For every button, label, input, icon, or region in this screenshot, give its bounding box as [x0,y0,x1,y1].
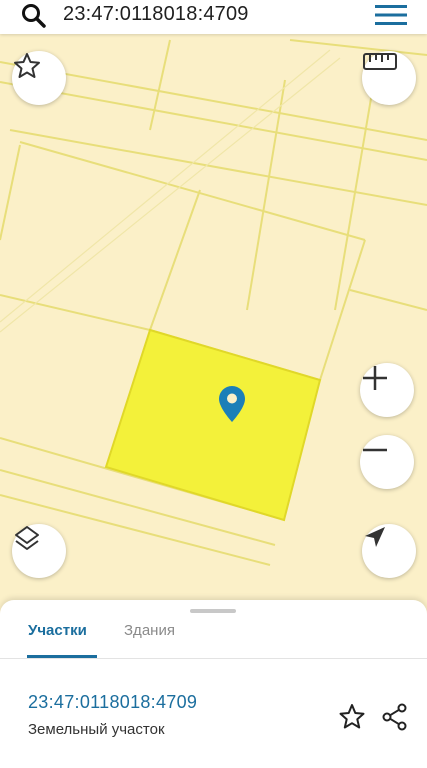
ruler-button[interactable] [362,51,416,105]
location-marker-icon[interactable] [219,386,245,422]
plus-icon [363,366,387,390]
parcel-boundaries [0,39,427,566]
sheet-drag-handle[interactable] [190,609,236,613]
bottom-sheet: Участки Здания 23:47:0118018:4709 Земель… [0,600,427,768]
tab-parcels[interactable]: Участки [28,620,87,658]
star-icon [14,53,40,78]
search-input[interactable]: 23:47:0118018:4709 [63,3,249,26]
zoom-out-button[interactable] [360,435,414,489]
hamburger-menu-icon[interactable] [375,3,407,27]
parcel-type-label: Земельный участок [28,721,165,738]
star-icon[interactable] [338,703,366,731]
tab-buildings[interactable]: Здания [124,620,175,658]
layers-icon [15,526,39,550]
map-canvas[interactable] [0,34,427,604]
zoom-in-button[interactable] [360,363,414,417]
active-tab-indicator [27,655,97,658]
search-icon[interactable] [20,2,48,30]
tab-bar: Участки Здания [0,620,427,659]
favorite-button[interactable] [12,51,66,105]
locate-button[interactable] [362,524,416,578]
top-search-bar: 23:47:0118018:4709 [0,0,427,34]
share-icon[interactable] [380,702,410,732]
layers-button[interactable] [12,524,66,578]
minus-icon [363,448,387,452]
selected-parcel[interactable] [104,328,322,522]
navigation-arrow-icon [365,527,385,547]
ruler-icon [363,53,397,70]
parcel-cadastral-number[interactable]: 23:47:0118018:4709 [28,692,197,713]
